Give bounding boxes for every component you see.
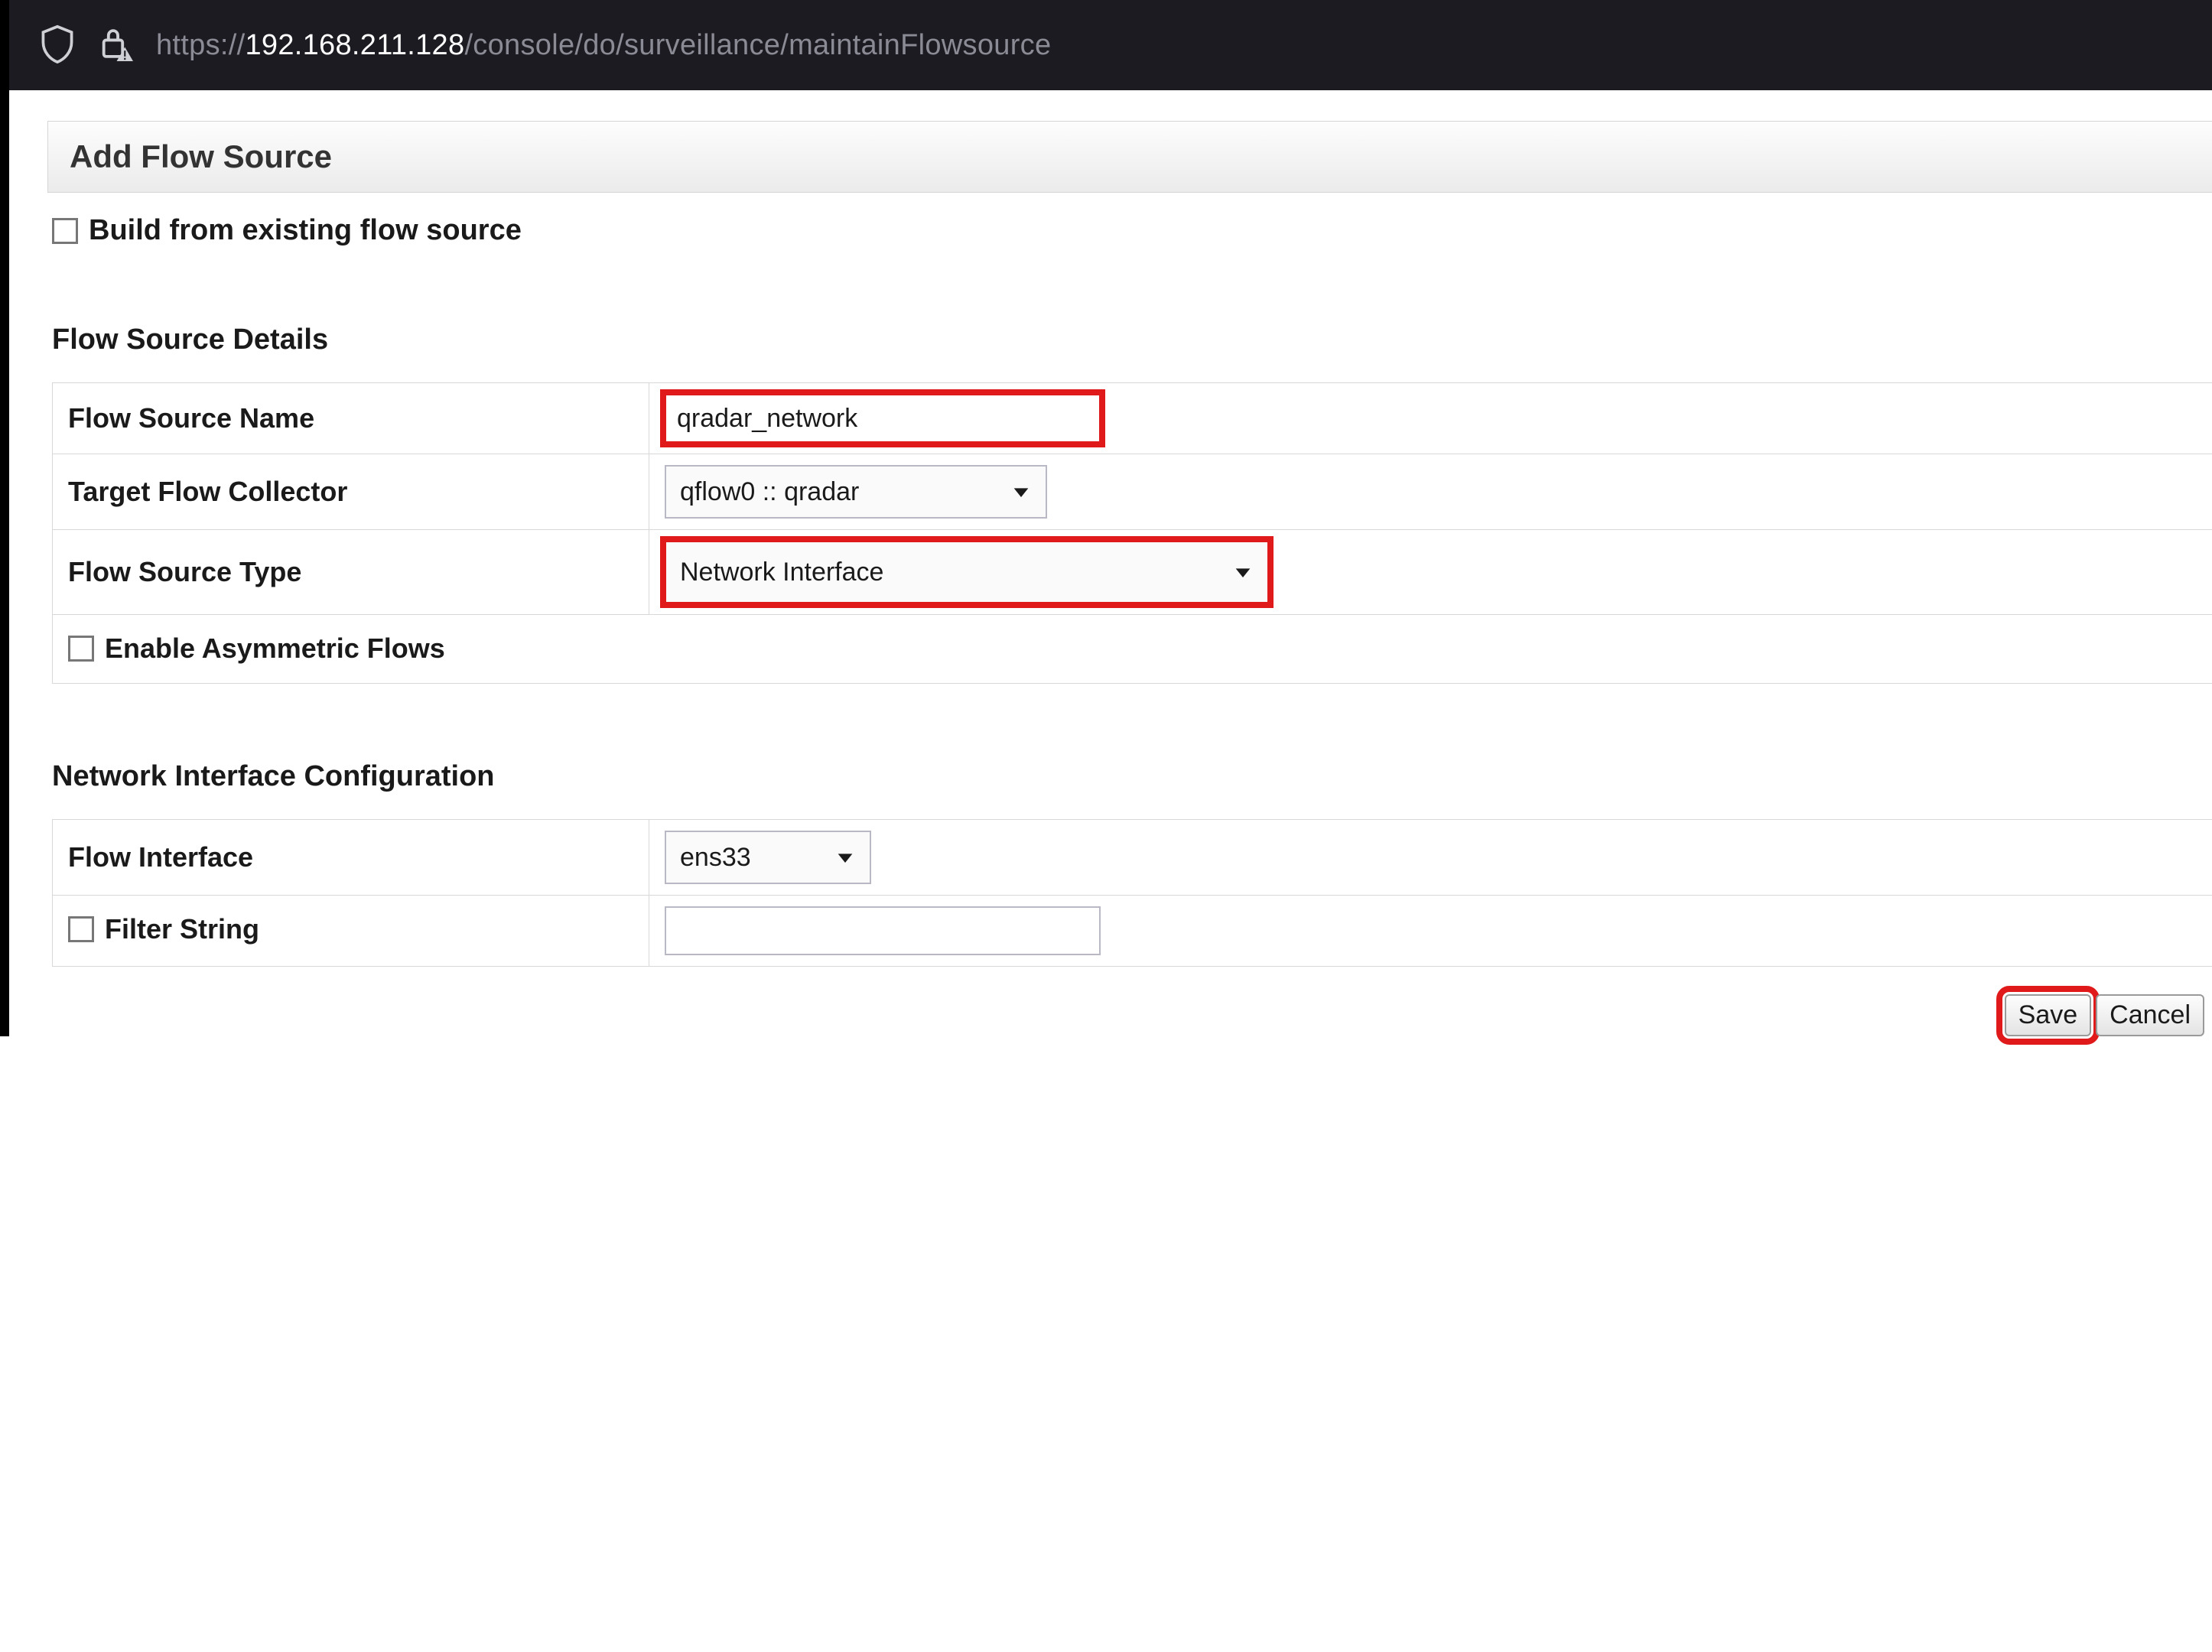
flow-interface-value: ens33 [680, 843, 751, 873]
enable-asymmetric-checkbox[interactable] [68, 636, 94, 662]
page-title-text: Add Flow Source [70, 138, 332, 174]
url-text[interactable]: https://192.168.211.128/console/do/surve… [156, 29, 1051, 62]
chevron-down-icon [1010, 481, 1032, 502]
browser-address-bar: https://192.168.211.128/console/do/surve… [0, 0, 2212, 90]
filter-string-checkbox[interactable] [68, 916, 94, 942]
flow-source-type-value: Network Interface [680, 558, 883, 587]
cancel-button[interactable]: Cancel [2096, 994, 2204, 1036]
build-from-existing-checkbox[interactable] [52, 218, 78, 244]
row-flow-interface: Flow Interface ens33 [53, 820, 2212, 896]
chevron-down-icon [1232, 561, 1254, 583]
build-from-existing-row: Build from existing flow source [47, 193, 2212, 247]
label-target-flow-collector: Target Flow Collector [53, 454, 649, 530]
button-row: Save Cancel [47, 967, 2212, 1036]
enable-asymmetric-label: Enable Asymmetric Flows [105, 633, 445, 665]
url-path: /console/do/surveillance/maintainFlowsou… [464, 29, 1051, 61]
build-from-existing-label: Build from existing flow source [89, 214, 522, 247]
flow-interface-select[interactable]: ens33 [665, 831, 871, 884]
page-content: Add Flow Source Build from existing flow… [0, 90, 2212, 1036]
lock-warning-icon [98, 24, 133, 67]
label-flow-source-type: Flow Source Type [53, 530, 649, 615]
target-flow-collector-value: qflow0 :: qradar [680, 477, 859, 507]
flow-source-type-select[interactable]: Network Interface [665, 541, 1269, 603]
url-host: 192.168.211.128 [245, 29, 464, 61]
row-target-flow-collector: Target Flow Collector qflow0 :: qradar [53, 454, 2212, 530]
row-flow-source-name: Flow Source Name [53, 383, 2212, 454]
flow-source-name-input[interactable] [665, 394, 1101, 443]
flow-source-details-table: Flow Source Name Target Flow Collector q… [52, 382, 2212, 684]
save-button[interactable]: Save [2005, 994, 2092, 1036]
row-filter-string: Filter String [53, 896, 2212, 967]
section-title-details: Flow Source Details [52, 324, 2212, 356]
target-flow-collector-select[interactable]: qflow0 :: qradar [665, 465, 1047, 519]
page-title: Add Flow Source [47, 121, 2212, 193]
label-flow-source-name: Flow Source Name [53, 383, 649, 454]
row-flow-source-type: Flow Source Type Network Interface [53, 530, 2212, 615]
section-title-nic: Network Interface Configuration [52, 760, 2212, 793]
filter-string-label: Filter String [105, 913, 259, 945]
filter-string-input[interactable] [665, 906, 1101, 955]
chevron-down-icon [834, 847, 856, 868]
label-flow-interface: Flow Interface [53, 820, 649, 896]
url-prefix: https:// [156, 29, 245, 61]
row-enable-asymmetric-flows: Enable Asymmetric Flows [53, 615, 2212, 684]
nic-config-table: Flow Interface ens33 Filter String [52, 819, 2212, 967]
shield-icon [40, 24, 75, 67]
